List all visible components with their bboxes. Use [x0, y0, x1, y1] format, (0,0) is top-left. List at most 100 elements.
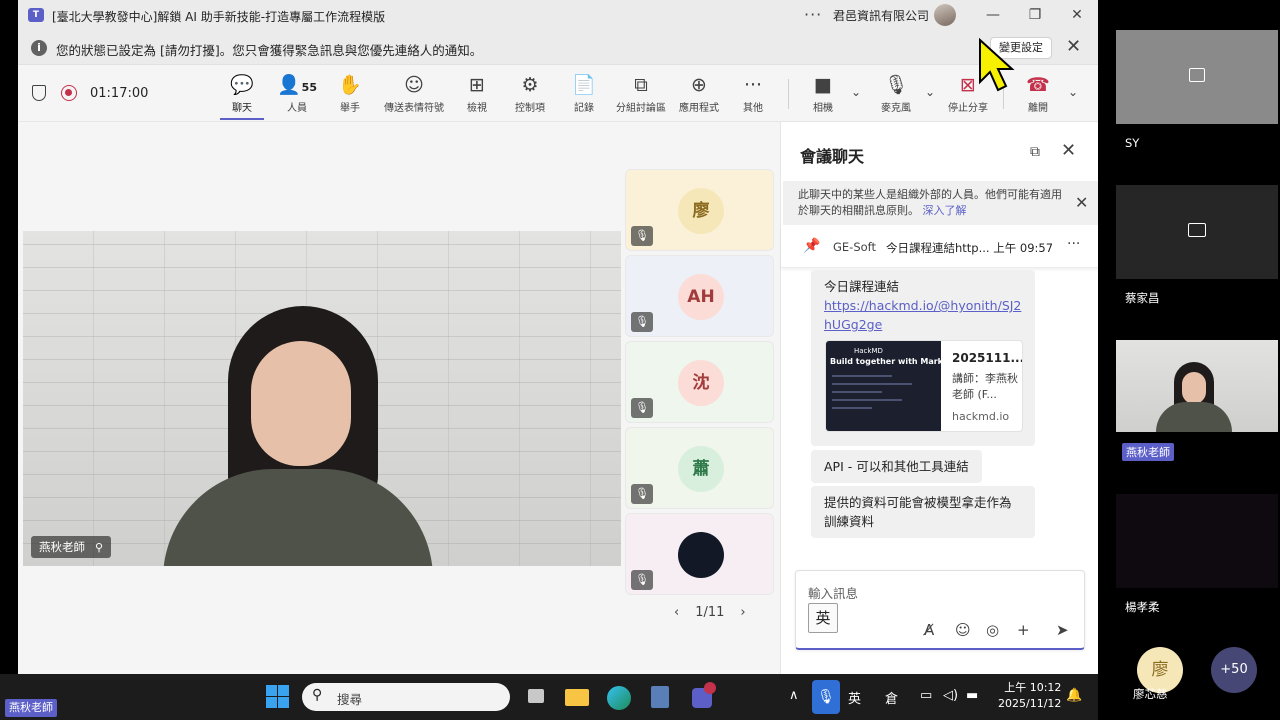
message-input-placeholder[interactable]: 輸入訊息 [808, 583, 858, 602]
speaker-name-tag: 燕秋老師 ⚲ [31, 536, 112, 558]
recording-icon[interactable] [61, 85, 77, 101]
participant-tile[interactable]: 🎙 [625, 513, 774, 595]
tool-apps-label: 應用程式 [679, 103, 719, 114]
leave-label: 離開 [1028, 103, 1048, 114]
tool-controls[interactable]: ⚙ 控制項 [500, 73, 560, 114]
meeting-chat-panel: 會議聊天 ⧉ ✕ 此聊天中的某些人是組織外部的人員。他們可能有適用於聊天的相關訊… [780, 122, 1098, 674]
more-participants-badge[interactable]: +50 [1211, 647, 1257, 693]
more-options-icon[interactable]: ··· [804, 5, 822, 24]
volume-icon[interactable]: ◁) [943, 688, 958, 703]
camera-button[interactable]: ■ 相機 [793, 73, 853, 114]
tool-apps[interactable]: ⊕ 應用程式 [669, 73, 729, 114]
prev-page-icon[interactable]: ‹ [674, 605, 679, 620]
ime-cangjie-indicator[interactable]: 倉 [885, 688, 898, 707]
camera-label: 相機 [813, 103, 833, 114]
chat-icon: 💬 [230, 74, 254, 96]
mouse-cursor-icon [979, 38, 1015, 92]
close-banner-icon[interactable]: ✕ [1075, 193, 1088, 212]
tool-more-label: 其他 [743, 103, 763, 114]
participant-tile[interactable]: AH 🎙 [625, 255, 774, 337]
muted-mic-icon: 🎙 [631, 484, 653, 504]
muted-mic-icon: 🎙 [631, 570, 653, 590]
app-icon[interactable] [649, 683, 671, 711]
restore-button[interactable]: ❐ [1025, 5, 1045, 25]
attach-plus-icon[interactable]: + [1017, 621, 1030, 639]
camera-options-caret[interactable]: ⌄ [851, 85, 861, 99]
pinned-more-icon[interactable]: ··· [1067, 236, 1080, 252]
pinned-message-text: 今日課程連結http... 上午 09:57 [886, 241, 1054, 255]
participant-tile-dark[interactable] [1116, 494, 1278, 588]
organization-name[interactable]: 君邑資訊有限公司 [833, 7, 929, 24]
thumb-line [832, 399, 902, 401]
tool-notes[interactable]: 📄 記錄 [554, 73, 614, 114]
message-compose-box[interactable]: 輸入訊息 英 A̸ ☺ ◎ + ➤ [795, 570, 1085, 650]
tool-view[interactable]: ⊞ 檢視 [447, 73, 507, 114]
mic-label: 麥克風 [881, 103, 911, 114]
apps-icon: ⊕ [691, 74, 707, 96]
emoji-icon[interactable]: ☺ [955, 621, 971, 639]
tool-raise-hand[interactable]: ✋ 舉手 [320, 73, 380, 114]
pin-icon[interactable]: ⚲ [95, 541, 103, 554]
format-icon[interactable]: A̸ [924, 621, 934, 639]
tray-overflow-caret[interactable]: ∧ [789, 688, 799, 703]
participant-tile-video[interactable] [1116, 340, 1278, 432]
mic-options-caret[interactable]: ⌄ [925, 85, 935, 99]
popout-icon[interactable]: ⧉ [1030, 144, 1040, 160]
meeting-timer: 01:17:00 [90, 86, 149, 101]
close-chat-icon[interactable]: ✕ [1061, 140, 1076, 161]
search-icon: ⚲ [312, 687, 323, 703]
participant-avatar: AH [678, 274, 724, 320]
participant-tile-sy[interactable] [1116, 30, 1278, 124]
chat-message: 提供的資料可能會被模型拿走作為訓練資料 [811, 486, 1035, 538]
next-page-icon[interactable]: › [740, 605, 745, 620]
tool-controls-label: 控制項 [515, 103, 545, 114]
pinned-message[interactable]: 📌 GE-Soft 今日課程連結http... 上午 09:57 ··· [781, 228, 1098, 268]
mic-button[interactable]: 🎙 麥克風 [866, 73, 926, 114]
emoji-icon: ☺ [404, 74, 424, 96]
send-icon[interactable]: ➤ [1056, 621, 1069, 639]
leave-options-caret[interactable]: ⌄ [1068, 85, 1078, 99]
participant-name: 燕秋老師 [1122, 443, 1174, 461]
notes-icon: 📄 [572, 74, 596, 96]
participant-count: 55 [301, 81, 317, 94]
tool-people-label: 人員 [287, 103, 307, 114]
participant-tile-camera-off[interactable] [1116, 185, 1278, 279]
participant-tile[interactable]: 蕭 🎙 [625, 427, 774, 509]
close-window-button[interactable]: ✕ [1067, 5, 1087, 25]
speaker-name: 燕秋老師 [39, 540, 85, 554]
teams-window: T [臺北大學教發中心]解鎖 AI 助手新技能-打造專屬工作流程模版 ··· 君… [18, 0, 1098, 674]
participant-tile[interactable]: 沈 🎙 [625, 341, 774, 423]
network-icon[interactable]: ▭ [920, 688, 932, 703]
tool-chat[interactable]: 💬 聊天 [212, 73, 272, 120]
tool-breakout-rooms[interactable]: ⧉ 分組討論區 [611, 73, 671, 114]
page-indicator: 1/11 [695, 605, 725, 620]
teams-taskbar-icon[interactable] [690, 682, 716, 711]
course-link[interactable]: https://hackmd.io/@hyonith/SJ2hUGg2ge [824, 296, 1024, 334]
taskbar-clock[interactable]: 上午 10:12 2025/11/12 [998, 680, 1061, 712]
notification-bell-icon[interactable]: 🔔 [1066, 688, 1082, 703]
minimize-button[interactable]: — [983, 5, 1003, 25]
participant-tile[interactable]: 廖 🎙 [625, 169, 774, 251]
ime-english-indicator[interactable]: 英 [848, 688, 861, 707]
account-avatar[interactable] [934, 4, 956, 26]
taskbar-search[interactable]: ⚲ 搜尋 [302, 683, 510, 711]
card-description: 講師：李燕秋老師 (F... [952, 372, 1018, 401]
link-preview-card[interactable]: HackMD Build together with Markdown 2025… [825, 340, 1023, 432]
start-button[interactable] [266, 683, 290, 711]
main-video-speaker[interactable]: 燕秋老師 ⚲ [23, 231, 621, 566]
tool-people[interactable]: 👤55 人員 [267, 73, 327, 114]
tool-reactions[interactable]: ☺ 傳送表情符號 [384, 73, 444, 114]
shield-icon[interactable] [32, 85, 46, 101]
learn-more-link[interactable]: 深入了解 [923, 204, 967, 217]
loop-icon[interactable]: ◎ [986, 621, 999, 639]
participant-avatar: 沈 [678, 360, 724, 406]
edge-browser-icon[interactable] [607, 683, 631, 711]
task-view-icon[interactable] [526, 683, 548, 711]
participant-gallery: SY 蔡家昌 燕秋老師 楊孝柔 廖 廖芯慈 +50 [1098, 0, 1280, 720]
file-explorer-icon[interactable] [565, 683, 589, 711]
mic-active-icon[interactable]: 🎙 [812, 680, 840, 714]
battery-icon[interactable]: ▬ [966, 688, 978, 703]
close-notice-icon[interactable]: ✕ [1066, 36, 1081, 57]
tool-more[interactable]: ··· 其他 [723, 73, 783, 114]
windows-taskbar: ⚲ 搜尋 ∧ 🎙 英 倉 ▭ ◁) ▬ 上午 10:12 2025/11/12 … [0, 674, 1098, 720]
